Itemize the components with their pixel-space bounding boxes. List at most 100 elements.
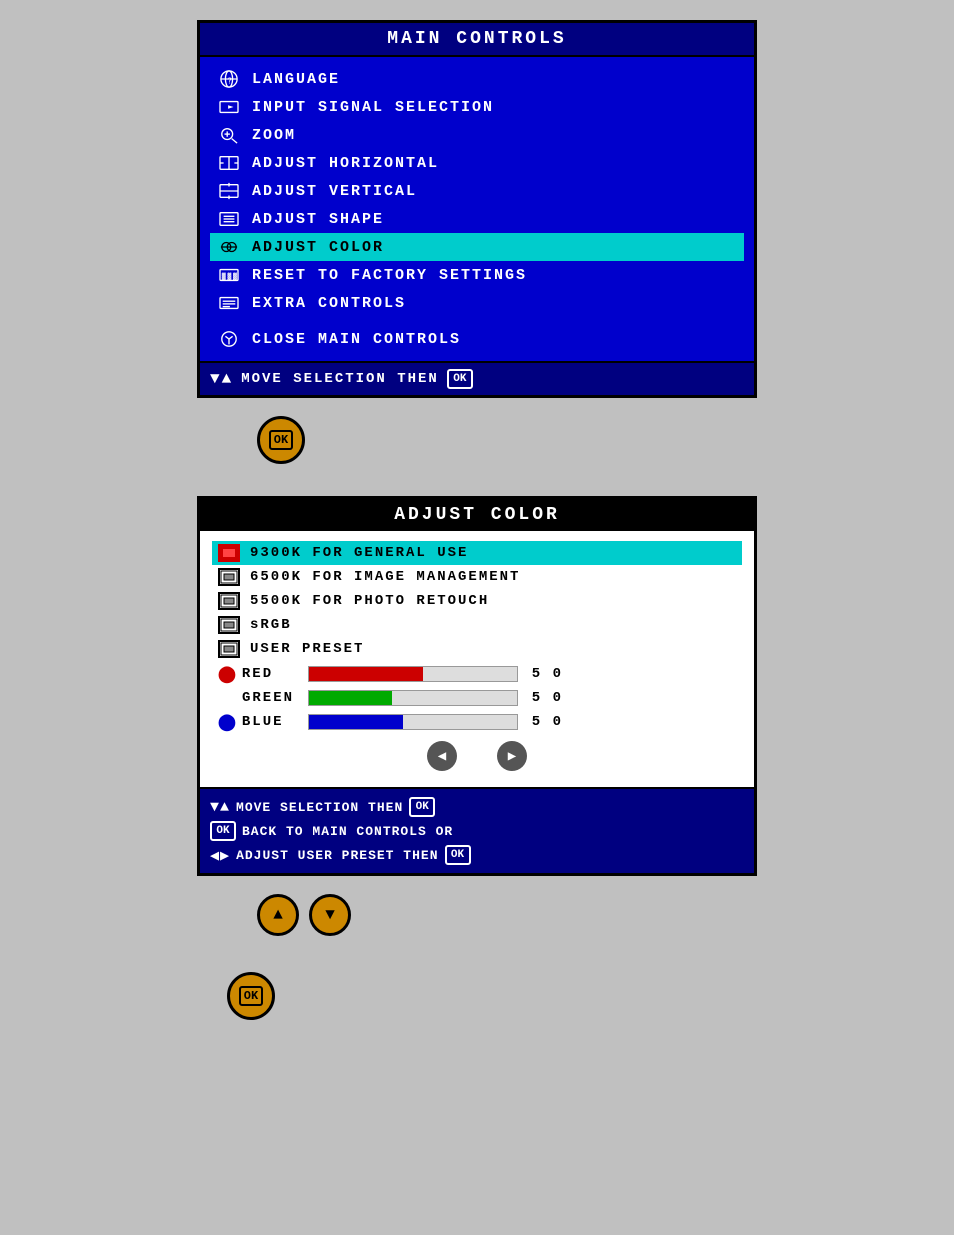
- preset-icon-6500k: [218, 568, 240, 586]
- adjust-vert-label: ADJUST VERTICAL: [252, 183, 417, 200]
- preset-5500k-label: 5500K FOR PHOTO RETOUCH: [250, 593, 489, 609]
- svg-text:?: ?: [227, 76, 234, 86]
- blue-icon: ⬤: [218, 712, 238, 732]
- menu-item-adjust-vert[interactable]: ADJUST VERTICAL: [210, 177, 744, 205]
- nav-up-button[interactable]: ▲: [257, 894, 299, 936]
- zoom-icon: [216, 124, 242, 146]
- color-footer-line-1: ▼▲ MOVE SELECTION THEN OK: [210, 795, 744, 819]
- footer-ok-back: OK: [210, 821, 236, 841]
- nav-left-btn[interactable]: ◀: [427, 741, 457, 771]
- menu-item-close[interactable]: CLOSE MAIN CONTROLS: [210, 325, 744, 353]
- slider-green-value: 5 0: [528, 690, 563, 706]
- reset-icon: ▓▓▓: [216, 264, 242, 286]
- preset-srgb[interactable]: sRGB: [212, 613, 742, 637]
- menu-item-input-signal[interactable]: INPUT SIGNAL SELECTION: [210, 93, 744, 121]
- footer-nav-icons-3: ◀▶: [210, 846, 230, 865]
- menu-item-reset[interactable]: ▓▓▓ RESET TO FACTORY SETTINGS: [210, 261, 744, 289]
- menu-divider: [210, 317, 744, 325]
- slider-red-row: ⬤ RED 5 0: [212, 661, 742, 687]
- footer-ok-1: OK: [409, 797, 435, 817]
- slider-red-track[interactable]: [308, 666, 518, 682]
- vertical-icon: [216, 180, 242, 202]
- input-signal-label: INPUT SIGNAL SELECTION: [252, 99, 494, 116]
- ok-button-bottom[interactable]: OK: [227, 972, 275, 1020]
- slider-green-fill: [309, 691, 392, 705]
- main-controls-title: MAIN CONTROLS: [200, 23, 754, 57]
- nav-down-button[interactable]: ▼: [309, 894, 351, 936]
- reset-label: RESET TO FACTORY SETTINGS: [252, 267, 527, 284]
- footer-back-label: BACK TO MAIN CONTROLS OR: [242, 824, 453, 839]
- color-footer-line-3: ◀▶ ADJUST USER PRESET THEN OK: [210, 843, 744, 867]
- close-icon: [216, 328, 242, 350]
- color-menu-area: 9300K FOR GENERAL USE 6500K FOR IMAGE MA…: [200, 531, 754, 789]
- slider-blue-label: BLUE: [242, 714, 284, 730]
- preset-9300k-label: 9300K FOR GENERAL USE: [250, 545, 468, 561]
- extra-label: EXTRA CONTROLS: [252, 295, 406, 312]
- slider-blue-label-area: ⬤ BLUE: [218, 712, 298, 732]
- slider-green-row: GREEN 5 0: [212, 687, 742, 709]
- slider-blue-row: ⬤ BLUE 5 0: [212, 709, 742, 735]
- footer-adjust-label: ADJUST USER PRESET THEN: [236, 848, 438, 863]
- color-icon: [216, 236, 242, 258]
- slider-blue-value: 5 0: [528, 714, 563, 730]
- preset-icon-srgb: [218, 616, 240, 634]
- down-triangle-icon: ▼: [325, 906, 335, 924]
- footer-ok-icon: OK: [447, 369, 473, 389]
- adjust-color-panel: ADJUST COLOR 9300K FOR GENERAL USE 6500K…: [197, 496, 757, 876]
- zoom-label: ZOOM: [252, 127, 296, 144]
- arrow-right-icon: [216, 96, 242, 118]
- adjust-color-label: ADJUST COLOR: [252, 239, 384, 256]
- preset-user[interactable]: USER PRESET: [212, 637, 742, 661]
- slider-blue-fill: [309, 715, 403, 729]
- menu-item-adjust-horiz[interactable]: ADJUST HORIZONTAL: [210, 149, 744, 177]
- bottom-nav-buttons: ▲ ▼: [257, 894, 351, 936]
- slider-green-track[interactable]: [308, 690, 518, 706]
- preset-5500k[interactable]: 5500K FOR PHOTO RETOUCH: [212, 589, 742, 613]
- preset-icon-5500k: [218, 592, 240, 610]
- adjust-horiz-label: ADJUST HORIZONTAL: [252, 155, 439, 172]
- footer-ok-3: OK: [445, 845, 471, 865]
- language-label: LANGUAGE: [252, 71, 340, 88]
- color-footer-area: ▼▲ MOVE SELECTION THEN OK OK BACK TO MAI…: [200, 789, 754, 873]
- preset-srgb-label: sRGB: [250, 617, 292, 633]
- slider-red-label-area: ⬤ RED: [218, 664, 298, 684]
- footer-nav-icons-1: ▼▲: [210, 799, 230, 816]
- main-menu-items: ? LANGUAGE INPUT SIGNAL SELECTION: [200, 57, 754, 361]
- footer-move-label: MOVE SELECTION THEN: [241, 371, 439, 387]
- main-controls-panel: MAIN CONTROLS ? LANGUAGE IN: [197, 20, 757, 398]
- up-triangle-icon: ▲: [273, 906, 283, 924]
- color-footer-line-2: OK BACK TO MAIN CONTROLS OR: [210, 819, 744, 843]
- close-label: CLOSE MAIN CONTROLS: [252, 331, 461, 348]
- slider-red-fill: [309, 667, 423, 681]
- preset-user-label: USER PRESET: [250, 641, 364, 657]
- slider-red-value: 5 0: [528, 666, 563, 682]
- footer-nav-icons: ▼▲: [210, 370, 233, 388]
- menu-item-extra[interactable]: EXTRA CONTROLS: [210, 289, 744, 317]
- extra-icon: [216, 292, 242, 314]
- menu-item-adjust-color[interactable]: ADJUST COLOR: [210, 233, 744, 261]
- menu-item-zoom[interactable]: ZOOM: [210, 121, 744, 149]
- preset-9300k[interactable]: 9300K FOR GENERAL USE: [212, 541, 742, 565]
- nav-arrows-row: ◀ ▶: [212, 735, 742, 777]
- nav-right-btn[interactable]: ▶: [497, 741, 527, 771]
- slider-blue-track[interactable]: [308, 714, 518, 730]
- preset-icon-9300k: [218, 544, 240, 562]
- svg-text:▓▓▓: ▓▓▓: [222, 273, 239, 281]
- slider-green-label-area: GREEN: [218, 690, 298, 706]
- menu-item-language[interactable]: ? LANGUAGE: [210, 65, 744, 93]
- adjust-color-title: ADJUST COLOR: [200, 499, 754, 531]
- preset-icon-user: [218, 640, 240, 658]
- slider-green-label: GREEN: [242, 690, 294, 706]
- horizontal-icon: [216, 152, 242, 174]
- preset-6500k-label: 6500K FOR IMAGE MANAGEMENT: [250, 569, 520, 585]
- footer-move-label-1: MOVE SELECTION THEN: [236, 800, 403, 815]
- adjust-shape-label: ADJUST SHAPE: [252, 211, 384, 228]
- shape-icon: [216, 208, 242, 230]
- preset-6500k[interactable]: 6500K FOR IMAGE MANAGEMENT: [212, 565, 742, 589]
- ok-button-bottom-label: OK: [239, 986, 263, 1006]
- slider-red-label: RED: [242, 666, 273, 682]
- ok-button-middle-label: OK: [269, 430, 293, 450]
- red-icon: ⬤: [218, 664, 238, 684]
- menu-item-adjust-shape[interactable]: ADJUST SHAPE: [210, 205, 744, 233]
- ok-button-middle[interactable]: OK: [257, 416, 305, 464]
